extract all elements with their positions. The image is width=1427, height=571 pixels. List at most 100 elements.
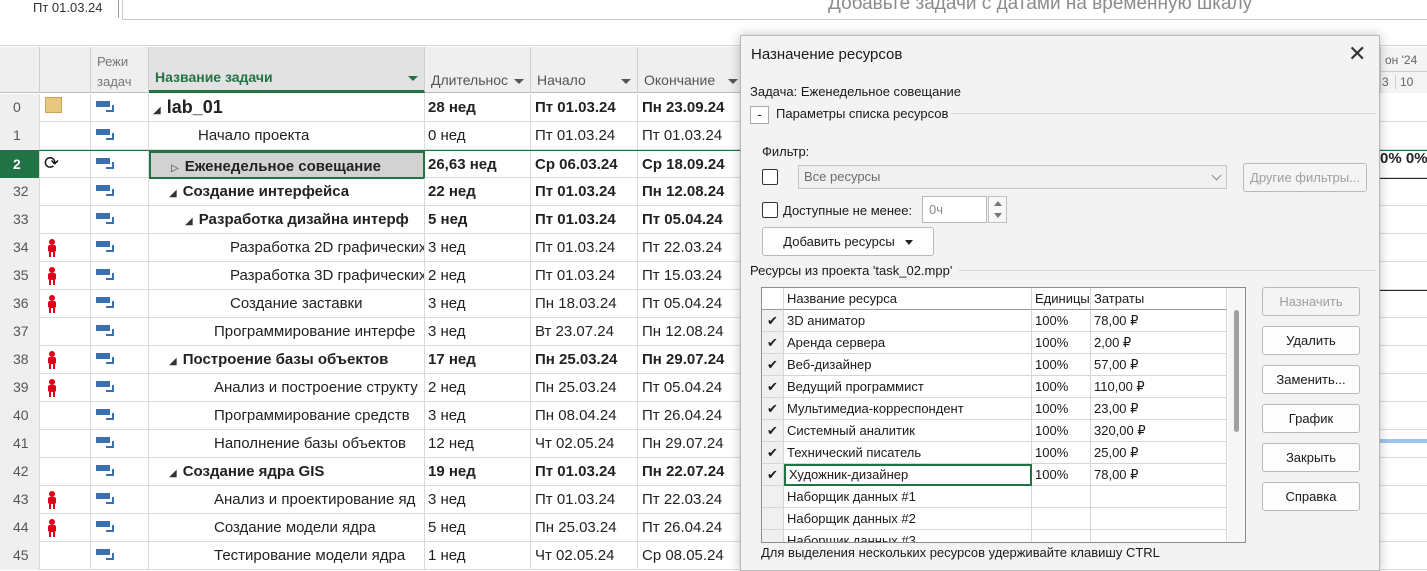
- task-mode[interactable]: [91, 514, 149, 542]
- resource-name[interactable]: Системный аналитик: [784, 420, 1032, 442]
- task-finish[interactable]: Пт 01.03.24: [638, 122, 745, 150]
- resource-cost[interactable]: 78,00 ₽: [1091, 464, 1227, 486]
- resource-name[interactable]: Аренда сервера: [784, 332, 1032, 354]
- task-mode[interactable]: [91, 178, 149, 206]
- resource-row[interactable]: ✔ Технический писатель 100% 25,00 ₽: [762, 442, 1228, 464]
- task-duration[interactable]: 3 нед: [425, 318, 531, 346]
- task-mode[interactable]: [91, 542, 149, 570]
- resource-name[interactable]: Мультимедиа-корреспондент: [784, 398, 1032, 420]
- resource-row[interactable]: ✔ Мультимедиа-корреспондент 100% 23,00 ₽: [762, 398, 1228, 420]
- chevron-down-icon[interactable]: [514, 79, 524, 84]
- resource-row[interactable]: ✔ Системный аналитик 100% 320,00 ₽: [762, 420, 1228, 442]
- resource-cost[interactable]: 25,00 ₽: [1091, 442, 1227, 464]
- resource-cost[interactable]: 320,00 ₽: [1091, 420, 1227, 442]
- gantt-cell[interactable]: [1380, 346, 1427, 374]
- task-start[interactable]: Ср 06.03.24: [531, 151, 638, 179]
- resource-units[interactable]: [1032, 508, 1091, 530]
- gantt-cell[interactable]: [1380, 486, 1427, 514]
- task-name[interactable]: ◢ Создание ядра GIS: [149, 458, 425, 486]
- task-mode[interactable]: [91, 402, 149, 430]
- task-mode[interactable]: [91, 290, 149, 318]
- task-duration[interactable]: 0 нед: [425, 122, 531, 150]
- task-name[interactable]: Программирование средств: [149, 402, 425, 430]
- task-finish[interactable]: Пт 05.04.24: [638, 206, 745, 234]
- gantt-cell[interactable]: [1380, 318, 1427, 346]
- resource-row[interactable]: ✔ Ведущий программист 100% 110,00 ₽: [762, 376, 1228, 398]
- task-start[interactable]: Чт 02.05.24: [531, 542, 638, 570]
- resource-name[interactable]: Ведущий программист: [784, 376, 1032, 398]
- available-input[interactable]: 0ч: [922, 196, 987, 223]
- resource-units[interactable]: 100%: [1032, 354, 1091, 376]
- task-start[interactable]: Пн 25.03.24: [531, 514, 638, 542]
- collapse-icon[interactable]: ◢: [169, 348, 177, 374]
- task-duration[interactable]: 5 нед: [425, 514, 531, 542]
- gantt-timescale[interactable]: он '24 3 10: [1380, 47, 1427, 93]
- task-finish[interactable]: Ср 08.05.24: [638, 542, 745, 570]
- task-finish[interactable]: Пт 05.04.24: [638, 374, 745, 402]
- task-name[interactable]: Разработка 3D графических: [149, 262, 425, 290]
- task-start[interactable]: Пт 01.03.24: [531, 94, 638, 122]
- collapse-options-button[interactable]: -: [750, 106, 769, 124]
- gantt-cell[interactable]: [1380, 234, 1427, 262]
- task-id[interactable]: 34: [0, 234, 40, 262]
- task-id[interactable]: 36: [0, 290, 40, 318]
- task-name[interactable]: ◢ Разработка дизайна интерф: [149, 206, 425, 234]
- close-button[interactable]: Закрыть: [1262, 443, 1360, 472]
- task-name[interactable]: Разработка 2D графических: [149, 234, 425, 262]
- gantt-cell[interactable]: [1380, 402, 1427, 430]
- task-id[interactable]: 1: [0, 122, 40, 150]
- resource-units[interactable]: 100%: [1032, 420, 1091, 442]
- resource-name[interactable]: Наборщик данных #2: [784, 508, 1032, 530]
- column-task-name[interactable]: Название задачи: [149, 47, 425, 93]
- task-mode[interactable]: [91, 318, 149, 346]
- resource-row[interactable]: Наборщик данных #1: [762, 486, 1228, 508]
- help-button[interactable]: Справка: [1262, 482, 1360, 511]
- chevron-down-icon[interactable]: [728, 79, 738, 84]
- assign-button[interactable]: Назначить: [1262, 287, 1360, 316]
- resource-cost[interactable]: 110,00 ₽: [1091, 376, 1227, 398]
- task-mode[interactable]: [91, 151, 149, 179]
- task-duration[interactable]: 1 нед: [425, 542, 531, 570]
- task-duration[interactable]: 19 нед: [425, 458, 531, 486]
- task-id[interactable]: 35: [0, 262, 40, 290]
- task-finish[interactable]: Пт 05.04.24: [638, 290, 745, 318]
- graph-button[interactable]: График: [1262, 404, 1360, 433]
- task-id[interactable]: 45: [0, 542, 40, 570]
- task-name[interactable]: Наполнение базы объектов: [149, 430, 425, 458]
- task-mode[interactable]: [91, 458, 149, 486]
- task-start[interactable]: Пн 25.03.24: [531, 346, 638, 374]
- resource-row[interactable]: Наборщик данных #2: [762, 508, 1228, 530]
- timeline-bar[interactable]: Добавьте задачи с датами на временную шк…: [122, 0, 1427, 20]
- resource-scrollbar[interactable]: [1228, 288, 1245, 542]
- chevron-down-icon[interactable]: [408, 76, 418, 81]
- task-mode[interactable]: [91, 122, 149, 150]
- gantt-cell[interactable]: [1380, 122, 1427, 150]
- scrollbar-thumb[interactable]: [1234, 310, 1239, 432]
- task-mode[interactable]: [91, 206, 149, 234]
- gantt-cell[interactable]: [1380, 178, 1427, 206]
- column-indicators[interactable]: i: [40, 47, 91, 93]
- task-name[interactable]: ◢ Построение базы объектов: [149, 346, 425, 374]
- task-start[interactable]: Пт 01.03.24: [531, 458, 638, 486]
- resource-row[interactable]: ✔ 3D аниматор 100% 78,00 ₽: [762, 310, 1228, 332]
- resource-cost[interactable]: [1091, 486, 1227, 508]
- task-duration[interactable]: 26,63 нед: [425, 151, 531, 179]
- header-cost[interactable]: Затраты: [1091, 288, 1227, 310]
- add-resources-button[interactable]: Добавить ресурсы: [762, 227, 934, 256]
- task-finish[interactable]: Ср 18.09.24: [638, 151, 745, 179]
- gantt-cell[interactable]: [1380, 262, 1427, 290]
- task-id[interactable]: 37: [0, 318, 40, 346]
- chevron-down-icon[interactable]: [621, 79, 631, 84]
- expand-icon[interactable]: ▷: [171, 155, 179, 177]
- task-start[interactable]: Пт 01.03.24: [531, 122, 638, 150]
- task-start[interactable]: Чт 02.05.24: [531, 430, 638, 458]
- collapse-icon[interactable]: ◢: [169, 180, 177, 206]
- chevron-up-icon[interactable]: [994, 201, 1002, 206]
- task-duration[interactable]: 3 нед: [425, 234, 531, 262]
- task-finish[interactable]: Пн 22.07.24: [638, 458, 745, 486]
- task-name[interactable]: Начало проекта: [149, 122, 425, 150]
- task-finish[interactable]: Пт 26.04.24: [638, 514, 745, 542]
- gantt-cell[interactable]: [1380, 514, 1427, 542]
- gantt-cell[interactable]: [1380, 542, 1427, 570]
- resource-units[interactable]: 100%: [1032, 464, 1091, 486]
